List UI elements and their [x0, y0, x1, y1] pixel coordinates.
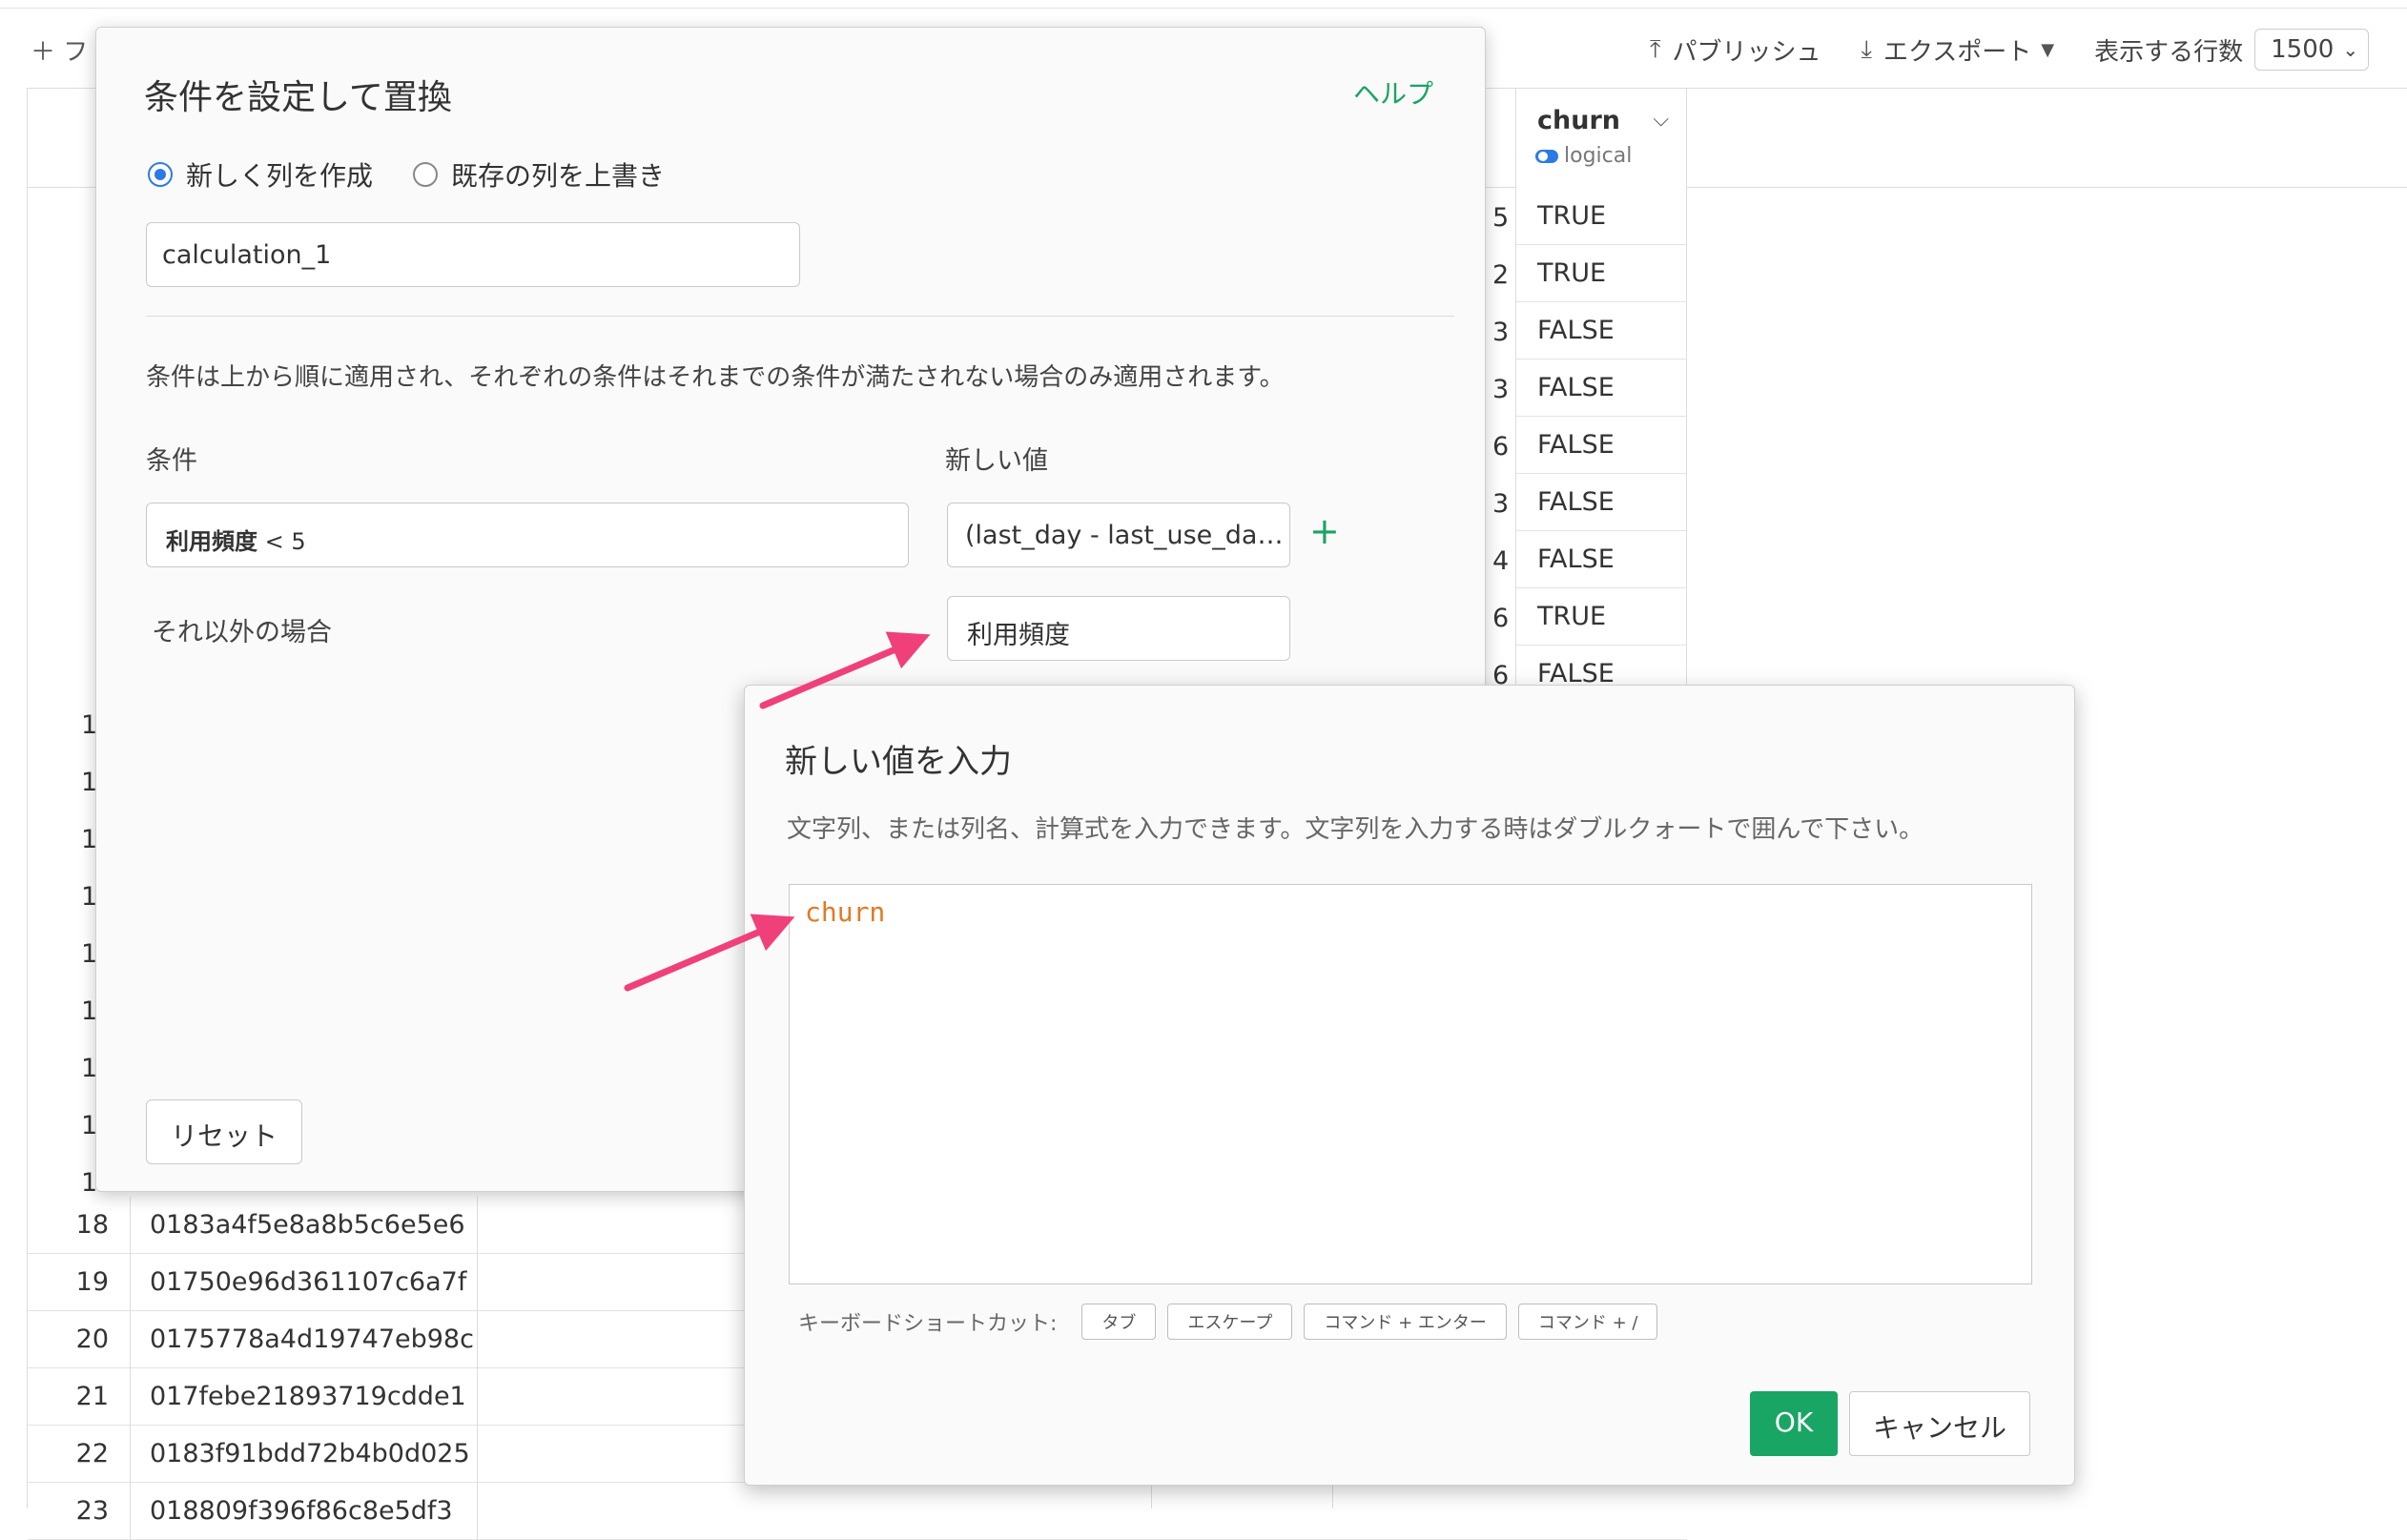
output-mode-radio-group: 新しく列を作成 既存の列を上書き: [148, 155, 705, 194]
divider: [146, 316, 1454, 317]
new-column-name-input[interactable]: calculation_1: [146, 222, 800, 287]
table-cell: 0183f91bdd72b4b0d025: [131, 1426, 478, 1483]
publish-button[interactable]: ⤒ パブリッシュ: [1650, 32, 1821, 68]
export-button[interactable]: ⤓ エクスポート ▼: [1862, 32, 2055, 68]
column-type: logical: [1535, 144, 1632, 168]
row-number: 18: [28, 1197, 131, 1254]
table-cell: 0175778a4d19747eb98c: [131, 1311, 478, 1368]
else-value-input[interactable]: 利用頻度: [947, 596, 1290, 661]
shortcut-key-tab: タブ: [1081, 1304, 1157, 1340]
table-cell: 018809f396f86c8e5df3: [131, 1483, 478, 1540]
row-number: 20: [28, 1311, 131, 1368]
upload-icon: ⤒: [1650, 34, 1661, 64]
table-cell-churn: FALSE: [1515, 474, 1687, 531]
row-number: 19: [28, 1254, 131, 1311]
radio-new-column[interactable]: [148, 162, 173, 187]
editor-content: churn: [805, 896, 886, 928]
export-label: エクスポート: [1883, 37, 2032, 67]
dialog-title: 条件を設定して置換: [144, 78, 452, 117]
rows-select[interactable]: 1500 ⌄: [2254, 29, 2370, 71]
table-cell: 6: [1492, 432, 1510, 462]
shortcut-key-cmd-slash: コマンド + /: [1517, 1304, 1658, 1340]
column-name: churn: [1537, 106, 1620, 135]
table-cell: 0183a4f5e8a8b5c6e5e6: [131, 1197, 478, 1254]
add-filter-button[interactable]: ＋ フ: [31, 32, 88, 68]
else-label: それ以外の場合: [152, 618, 332, 647]
table-cell-churn: FALSE: [1515, 359, 1687, 417]
add-condition-button[interactable]: +: [1309, 510, 1340, 552]
table-cell: 01750e96d361107c6a7f: [131, 1254, 478, 1311]
table-row[interactable]: 23 018809f396f86c8e5df3: [28, 1483, 1687, 1540]
table-cell: 2: [1492, 260, 1510, 290]
table-cell: 017febe21893719cdde1: [131, 1368, 478, 1426]
shortcut-key-escape: エスケープ: [1167, 1304, 1293, 1340]
ok-button[interactable]: OK: [1750, 1391, 1838, 1456]
row-number: 21: [28, 1368, 131, 1426]
condition-column-label: 条件: [146, 446, 197, 476]
table-cell-churn: FALSE: [1515, 417, 1687, 474]
dialog-title: 新しい値を入力: [785, 743, 1012, 781]
new-value-dialog: 新しい値を入力 文字列、または列名、計算式を入力できます。文字列を入力する時はダ…: [744, 685, 2075, 1486]
table-cell: 3: [1492, 489, 1510, 519]
table-cell: 3: [1492, 318, 1510, 347]
top-divider: [0, 8, 2407, 9]
caret-down-icon: ▼: [2041, 39, 2055, 60]
condition-field: 利用頻度: [166, 528, 257, 555]
cancel-button[interactable]: キャンセル: [1849, 1391, 2030, 1456]
new-value-column-label: 新しい値: [945, 446, 1048, 476]
column-type-label: logical: [1564, 144, 1633, 168]
row-number: 22: [28, 1426, 131, 1483]
chevron-down-icon[interactable]: ⌵: [1653, 108, 1669, 132]
dialog-description: 条件は上から順に適用され、それぞれの条件はそれまでの条件が満たされない場合のみ適…: [146, 363, 1285, 392]
new-value-input[interactable]: (last_day - last_use_da…: [947, 503, 1290, 567]
chevron-down-icon: ⌄: [2342, 38, 2359, 61]
rows-label: 表示する行数: [2094, 37, 2244, 67]
row-number: 23: [28, 1483, 131, 1540]
radio-overwrite-column[interactable]: [413, 162, 439, 187]
column-header-churn[interactable]: churn ⌵ logical: [1515, 89, 1687, 188]
dialog-description: 文字列、または列名、計算式を入力できます。文字列を入力する時はダブルクォートで囲…: [787, 815, 1924, 844]
table-cell-churn: FALSE: [1515, 302, 1687, 359]
download-icon: ⤓: [1861, 34, 1873, 64]
logical-type-icon: [1535, 149, 1558, 163]
table-cell: 4: [1492, 546, 1510, 576]
help-link[interactable]: ヘルプ: [1353, 73, 1433, 112]
table-cell-churn: TRUE: [1515, 245, 1687, 302]
table-cell-churn: FALSE: [1515, 531, 1687, 588]
table-cell: 3: [1492, 375, 1510, 404]
radio-overwrite-label[interactable]: 既存の列を上書き: [451, 155, 665, 194]
keyboard-shortcuts: キーボードショートカット: タブ エスケープ コマンド + エンター コマンド …: [798, 1304, 1669, 1340]
table-cell-churn: TRUE: [1515, 188, 1687, 245]
shortcut-key-cmd-enter: コマンド + エンター: [1304, 1304, 1507, 1340]
radio-new-column-label[interactable]: 新しく列を作成: [186, 155, 373, 194]
rows-select-value: 1500: [2271, 35, 2335, 64]
expression-editor[interactable]: churn: [789, 884, 2032, 1284]
condition-input[interactable]: 利用頻度 < 5: [146, 503, 909, 567]
reset-button[interactable]: リセット: [146, 1099, 302, 1164]
condition-operator: < 5: [257, 528, 306, 555]
table-cell: 6: [1492, 604, 1510, 633]
publish-label: パブリッシュ: [1672, 37, 1821, 67]
table-cell: 5: [1492, 203, 1510, 233]
shortcut-label: キーボードショートカット:: [798, 1312, 1058, 1336]
table-cell-churn: TRUE: [1515, 588, 1687, 646]
toolbar: ⤒ パブリッシュ ⤓ エクスポート ▼ 表示する行数 1500 ⌄: [1650, 29, 2370, 71]
